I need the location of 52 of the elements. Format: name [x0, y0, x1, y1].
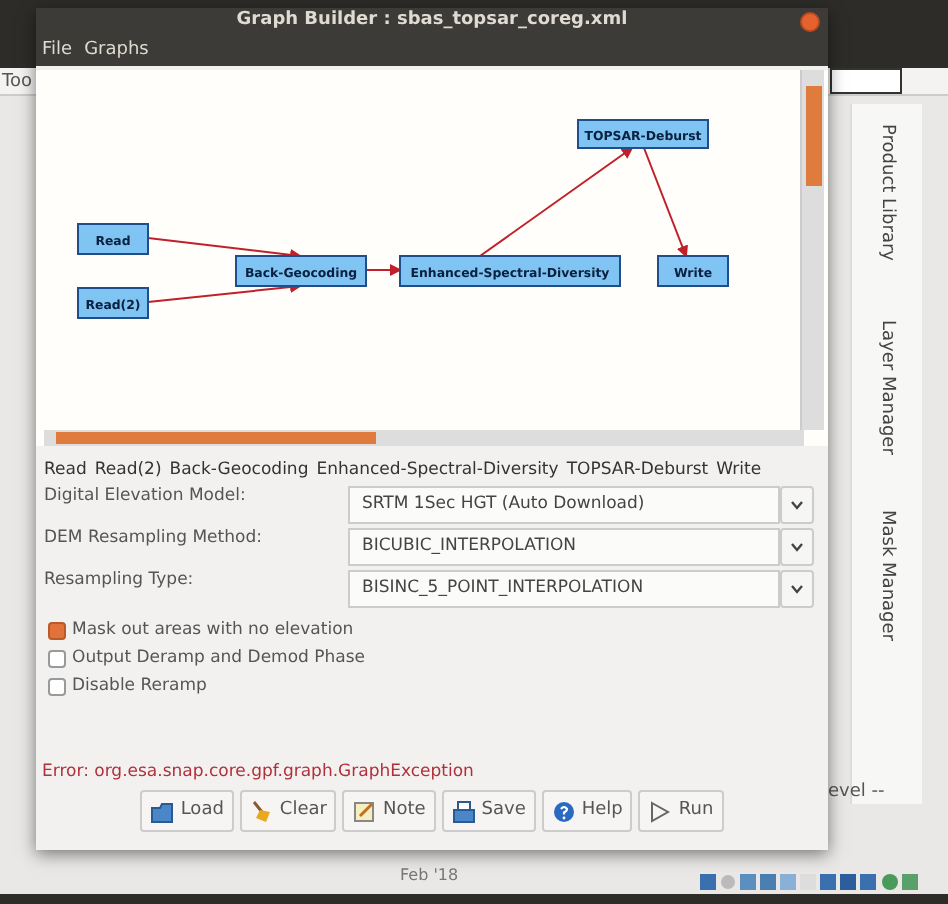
notepad-icon — [352, 799, 377, 823]
dropdown-field[interactable]: BICUBIC_INTERPOLATION — [348, 527, 780, 566]
printer-icon — [451, 799, 476, 823]
help-icon — [551, 799, 576, 823]
help-button[interactable]: Help — [541, 790, 633, 832]
menu-item[interactable]: Graphs — [84, 37, 149, 65]
chevron-down-icon — [790, 499, 804, 510]
tab[interactable]: Read(2) — [94, 458, 162, 484]
menu-item[interactable]: File — [42, 37, 73, 65]
side-tab[interactable]: Layer Manager — [872, 320, 899, 455]
vertical-scrollbar[interactable] — [800, 70, 824, 430]
tab[interactable]: TOPSAR-Deburst — [566, 458, 709, 484]
tab[interactable]: Read — [44, 458, 87, 484]
play-icon — [648, 799, 673, 823]
chevron-down-icon — [790, 583, 804, 594]
checkbox-label: Disable Reramp — [72, 674, 207, 701]
save-button[interactable]: Save — [441, 790, 536, 832]
run-button[interactable]: Run — [638, 790, 724, 832]
side-tab[interactable]: Mask Manager — [872, 510, 899, 641]
toolbar-label: Too — [2, 70, 32, 96]
connector-arrow — [365, 264, 402, 276]
tab[interactable]: Back-Geocoding — [169, 458, 309, 484]
field-label: DEM Resampling Method: — [44, 525, 264, 551]
tab[interactable]: Enhanced-Spectral-Diversity — [316, 458, 559, 484]
tab[interactable]: Write — [716, 458, 762, 484]
clear-button[interactable]: Clear — [239, 790, 337, 832]
broom-icon — [249, 799, 274, 823]
dropdown-button[interactable] — [780, 485, 814, 524]
load-button[interactable]: Load — [140, 790, 234, 832]
checkbox[interactable] — [48, 622, 66, 641]
dropdown-field[interactable]: SRTM 1Sec HGT (Auto Download) — [348, 485, 780, 524]
checkbox[interactable] — [48, 678, 66, 697]
close-button[interactable] — [800, 12, 820, 32]
horizontal-scrollbar[interactable] — [44, 430, 804, 446]
folder-icon — [150, 799, 175, 823]
search-field[interactable] — [830, 68, 902, 94]
field-label: Digital Elevation Model: — [44, 483, 248, 509]
chevron-down-icon — [790, 541, 804, 552]
note-button[interactable]: Note — [342, 790, 436, 832]
checkbox-label: Output Deramp and Demod Phase — [72, 646, 366, 673]
field-label: Resampling Type: — [44, 567, 196, 593]
side-tab[interactable]: Product Library — [872, 124, 899, 262]
error-message: Error: org.esa.snap.core.gpf.graph.GraphException — [40, 760, 476, 786]
dropdown-field[interactable]: BISINC_5_POINT_INTERPOLATION — [348, 569, 780, 608]
dropdown-button[interactable] — [780, 569, 814, 608]
panel-label: evel -- — [828, 780, 885, 806]
window-title: Graph Builder : sbas_topsar_coreg.xml — [236, 8, 628, 35]
connector-arrow — [643, 147, 688, 258]
checkbox-label: Mask out areas with no elevation — [72, 618, 354, 645]
dropdown-button[interactable] — [780, 527, 814, 566]
date-label: Feb '18 — [400, 864, 459, 888]
checkbox[interactable] — [48, 650, 66, 669]
